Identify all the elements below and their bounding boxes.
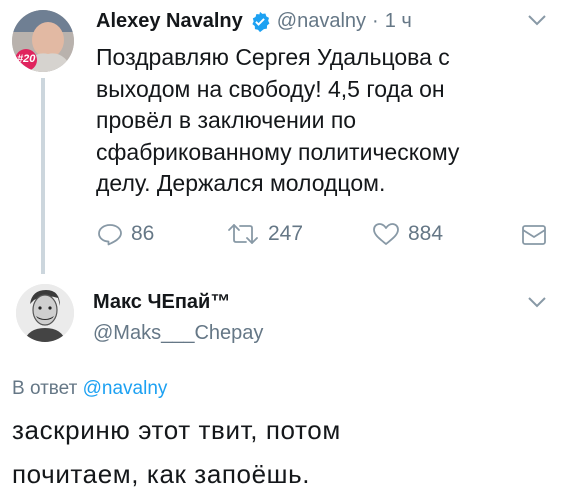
avatar-chepay[interactable] [16, 284, 74, 342]
reply-action[interactable]: 86 [97, 222, 154, 246]
reply-icon [98, 224, 122, 246]
dot-separator: · [372, 10, 379, 32]
tweet-text-line: почитаем, как запоёшь. [12, 459, 311, 489]
tweet-text-line: сфабрикованному политическому [96, 138, 460, 165]
heart-icon [373, 223, 399, 245]
reply-count: 86 [131, 222, 155, 245]
tweet2-text: заскриню этот твит, потом почитаем, как … [12, 408, 552, 496]
avatar-badge-text: #20 [17, 53, 36, 65]
chevron-down-icon[interactable] [527, 14, 547, 26]
thread-connector-line [41, 78, 45, 274]
reply-to-line: В ответ @navalny [12, 378, 167, 400]
author-handle[interactable]: @Maks___Chepay [93, 322, 263, 345]
tweet2-header: Макс ЧЕпай™ [93, 291, 230, 314]
chevron-down-icon[interactable] [527, 296, 547, 308]
avatar-navalny[interactable]: #20 [12, 10, 74, 72]
tweet-text-line: заскриню этот твит, потом [12, 415, 341, 445]
tweet1-text: Поздравляю Сергея Удальцова с выходом на… [96, 42, 536, 200]
tweet1-header: Alexey Navalny @navalny · 1 ч [96, 10, 412, 33]
retweet-action[interactable]: 247 [226, 222, 303, 246]
like-action[interactable]: 884 [372, 222, 443, 246]
author-handle[interactable]: @navalny [277, 10, 366, 33]
envelope-icon[interactable] [521, 224, 547, 246]
reply-to-prefix: В ответ [12, 378, 78, 399]
tweet-text-line: Поздравляю Сергея Удальцова с [96, 44, 450, 70]
avatar-image [16, 284, 74, 342]
tweet-text-line: провёл в заключении по [96, 107, 357, 133]
tweet-text-line: делу. Держался молодцом. [96, 170, 386, 196]
reply-to-handle-link[interactable]: @navalny [83, 378, 168, 399]
verified-badge-icon [252, 11, 270, 32]
author-name[interactable]: Макс ЧЕпай™ [93, 291, 230, 313]
author-name[interactable]: Alexey Navalny [96, 10, 243, 33]
like-count: 884 [408, 222, 444, 245]
retweet-icon [228, 224, 258, 244]
tweet-timestamp[interactable]: 1 ч [385, 10, 412, 33]
retweet-count: 247 [268, 222, 304, 245]
tweet-text-line: выходом на свободу! 4,5 года он [96, 75, 445, 102]
